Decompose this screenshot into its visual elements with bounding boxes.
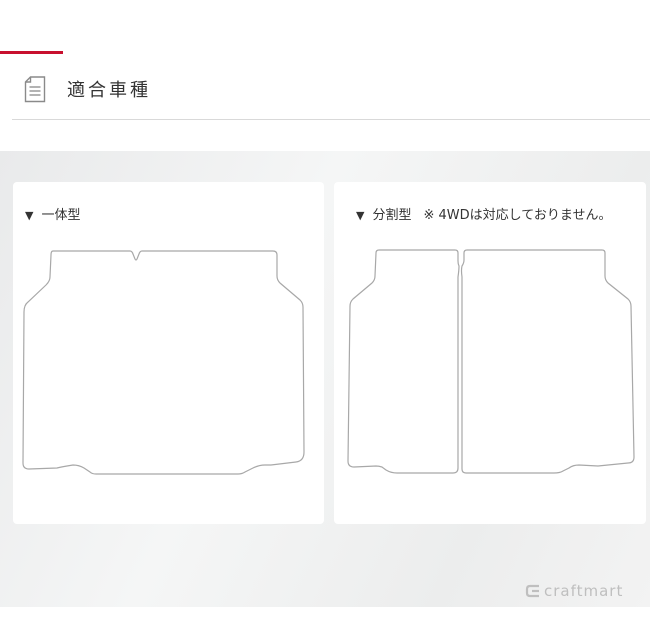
split-mat-left-outline	[347, 249, 460, 474]
document-icon	[24, 75, 46, 102]
header-divider	[12, 119, 650, 120]
card-one-piece: ▼ 一体型	[13, 182, 324, 524]
craftmart-logo-icon	[525, 584, 539, 598]
split-mat-right-outline	[460, 249, 635, 474]
craftmart-logo: craftmart	[525, 580, 647, 602]
logo-wordmark: craftmart	[544, 582, 624, 600]
one-piece-mat-outline	[22, 250, 305, 475]
one-piece-mat-diagram	[22, 250, 305, 475]
page-title: 適合車種	[67, 80, 151, 101]
section-header: 適合車種	[24, 74, 151, 104]
card-split: ▼ 分割型 ※ 4WDは対応しておりません。	[334, 182, 646, 524]
split-mat-diagram	[347, 249, 635, 474]
accent-line	[0, 51, 63, 54]
